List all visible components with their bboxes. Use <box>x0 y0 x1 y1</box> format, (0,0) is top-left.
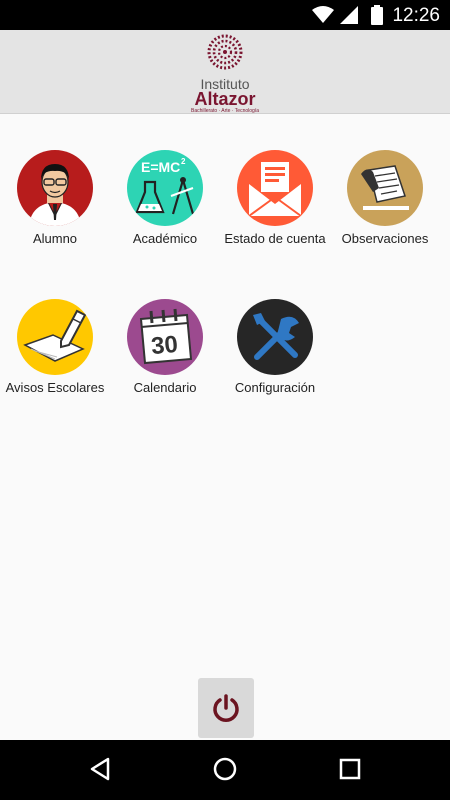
recents-icon[interactable] <box>338 756 362 782</box>
student-icon <box>17 150 93 226</box>
menu-alumno[interactable]: Alumno <box>0 150 110 260</box>
app-header: Instituto Altazor Bachillerato · Arte · … <box>0 30 450 114</box>
back-icon[interactable] <box>88 756 112 782</box>
power-icon <box>213 694 239 722</box>
tools-icon <box>237 299 313 375</box>
formula-exponent: 2 <box>181 157 186 166</box>
menu-calendario[interactable]: 30 Calendario <box>110 299 220 409</box>
signal-icon <box>340 6 358 24</box>
logo-text-altazor: Altazor <box>194 89 256 109</box>
battery-icon <box>371 5 383 25</box>
navigation-bar <box>0 740 450 800</box>
status-bar: 12:26 <box>0 0 450 30</box>
menu-configuracion-label: Configuración <box>234 380 316 395</box>
menu-avisos-escolares-label: Avisos Escolares <box>5 380 105 395</box>
status-time: 12:26 <box>392 5 440 26</box>
notes-icon <box>347 150 423 226</box>
logo-tagline: Bachillerato · Arte · Tecnología <box>190 108 259 114</box>
menu-avisos-escolares[interactable]: Avisos Escolares <box>0 299 110 409</box>
formula-text: E=MC <box>141 159 180 175</box>
calendar-day: 30 <box>150 331 179 360</box>
menu-alumno-label: Alumno <box>32 231 78 246</box>
menu-observaciones[interactable]: Observaciones <box>330 150 440 260</box>
envelope-icon <box>237 150 313 226</box>
notice-pencil-icon <box>17 299 93 375</box>
power-button[interactable] <box>198 678 254 738</box>
science-icon: E=MC 2 <box>127 150 203 226</box>
wifi-icon <box>312 6 334 23</box>
menu-calendario-label: Calendario <box>133 380 197 395</box>
calendar-icon: 30 <box>127 299 203 375</box>
institute-logo: Instituto Altazor Bachillerato · Arte · … <box>185 34 265 114</box>
menu-academico-label: Académico <box>132 231 198 246</box>
menu-academico[interactable]: E=MC 2 Académico <box>110 150 220 260</box>
menu-observaciones-label: Observaciones <box>341 231 429 246</box>
home-icon[interactable] <box>212 756 238 782</box>
menu-estado-de-cuenta-label: Estado de cuenta <box>224 231 326 246</box>
menu-configuracion[interactable]: Configuración <box>220 299 330 409</box>
menu-estado-de-cuenta[interactable]: Estado de cuenta <box>220 150 330 260</box>
logo-emblem-icon <box>207 34 243 70</box>
